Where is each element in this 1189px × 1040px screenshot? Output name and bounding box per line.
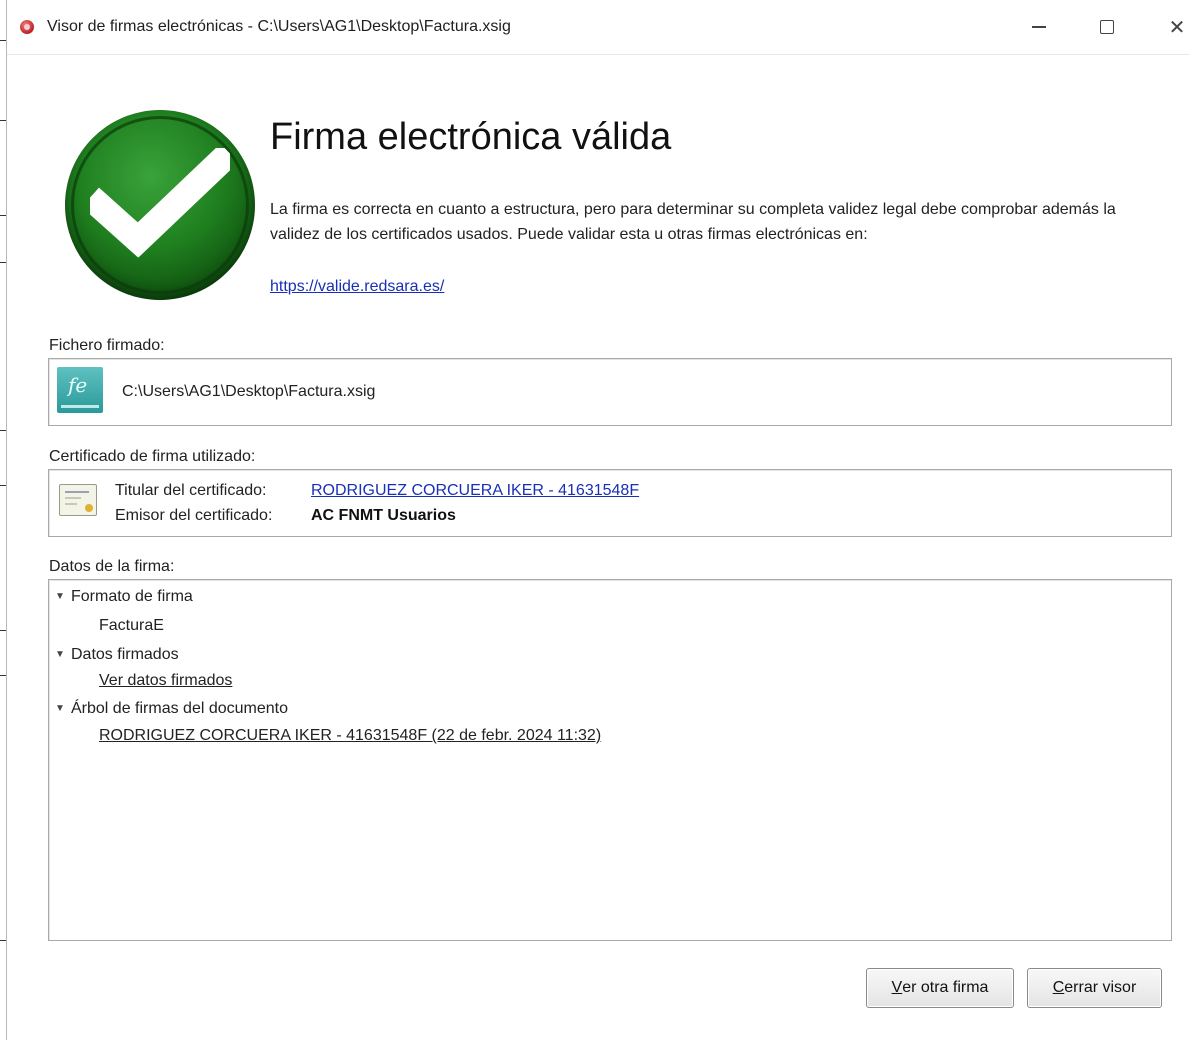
red-seal-icon [20,20,34,34]
facturae-file-icon: fe [57,367,103,413]
expand-triangle-icon: ▼ [55,703,65,714]
green-check-icon [65,110,255,300]
signed-file-label: Fichero firmado: [49,337,165,354]
close-viewer-button[interactable]: Cerrar visor [1027,968,1162,1008]
signed-file-panel: fe C:\Users\AG1\Desktop\Factura.xsig [48,358,1172,426]
maximize-icon [1100,20,1114,34]
certificate-icon [59,484,97,516]
tree-node-signed-data[interactable]: ▼ Datos firmados [55,646,179,664]
view-other-signature-button[interactable]: Ver otra firma [866,968,1014,1008]
tree-node-signature-tree[interactable]: ▼ Árbol de firmas del documento [55,700,288,718]
expand-triangle-icon: ▼ [55,591,65,602]
tree-node-format[interactable]: ▼ Formato de firma [55,588,193,606]
status-title: Firma electrónica válida [270,116,672,158]
certificate-issuer-label: Emisor del certificado: [115,507,273,524]
close-window-button[interactable]: ✕ [1157,10,1189,44]
signed-file-path: C:\Users\AG1\Desktop\Factura.xsig [122,383,376,400]
status-description: La firma es correcta en cuanto a estruct… [270,201,1116,243]
certificate-issuer-value: AC FNMT Usuarios [311,507,456,524]
certificate-label: Certificado de firma utilizado: [49,448,256,465]
validation-url-link[interactable]: https://valide.redsara.es/ [270,278,444,296]
signature-viewer-window: Visor de firmas electrónicas - C:\Users\… [6,0,1189,1040]
tree-value-format: FacturaE [99,617,164,634]
close-icon: ✕ [1168,16,1186,39]
minimize-icon [1032,26,1046,28]
title-bar: Visor de firmas electrónicas - C:\Users\… [7,0,1189,55]
expand-triangle-icon: ▼ [55,649,65,660]
window-title: Visor de firmas electrónicas - C:\Users\… [47,18,511,35]
maximize-button[interactable] [1087,10,1127,44]
minimize-button[interactable] [1019,10,1059,44]
certificate-holder-label: Titular del certificado: [115,482,267,499]
signer-entry-link[interactable]: RODRIGUEZ CORCUERA IKER - 41631548F (22 … [99,727,601,745]
view-signed-data-link[interactable]: Ver datos firmados [99,672,232,690]
certificate-holder-link[interactable]: RODRIGUEZ CORCUERA IKER - 41631548F [311,482,639,500]
signature-data-tree: ▼ Formato de firma FacturaE ▼ Datos firmad… [48,579,1172,941]
certificate-panel: Titular del certificado: RODRIGUEZ CORCU… [48,469,1172,537]
signature-data-label: Datos de la firma: [49,558,175,575]
